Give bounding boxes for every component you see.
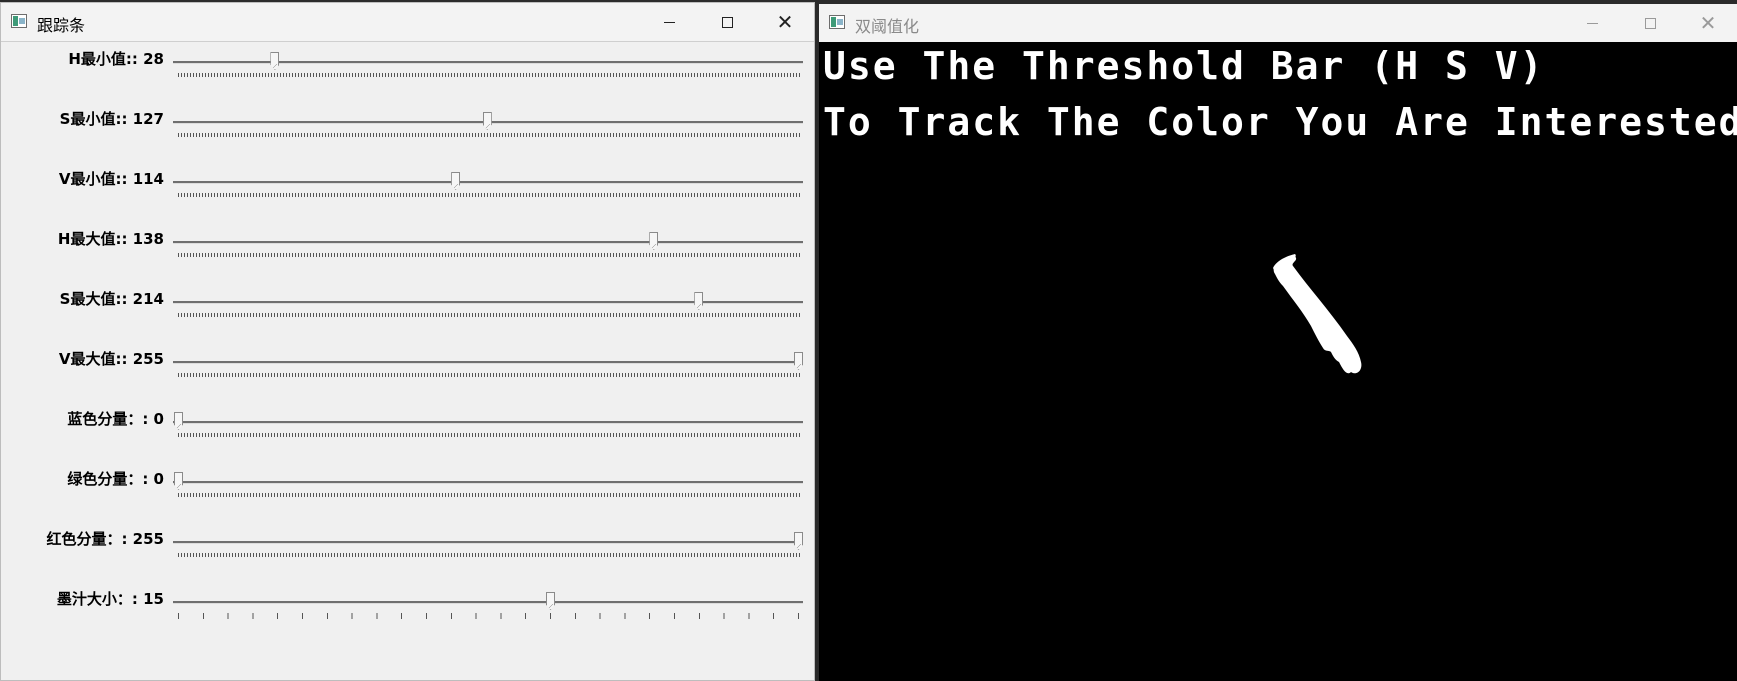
close-button[interactable]: ✕ — [1679, 4, 1737, 42]
trackbar-slider[interactable] — [173, 181, 803, 184]
trackbar-thumb[interactable] — [270, 52, 280, 70]
trackbar-thumb[interactable] — [174, 472, 183, 490]
trackbar-slider[interactable] — [173, 241, 803, 244]
trackbar-thumb[interactable] — [694, 292, 704, 310]
trackbar-row: S最大值:: 214 — [1, 282, 816, 342]
trackbar-thumb[interactable] — [794, 352, 803, 370]
trackbar-slider[interactable] — [173, 601, 803, 604]
window-title: 双阈值化 — [855, 17, 920, 36]
trackbar-slider[interactable] — [173, 421, 803, 424]
overlay-instruction-line-1: Use The Threshold Bar (H S V) — [823, 44, 1545, 88]
opencv-window-icon — [11, 14, 27, 28]
close-icon: ✕ — [1699, 11, 1717, 35]
trackbar-ticks — [178, 373, 800, 377]
minimize-button[interactable] — [640, 3, 698, 41]
trackbar-thumb[interactable] — [546, 592, 555, 610]
trackbar-label: V最大值:: 255 — [58, 350, 164, 368]
binary-image-canvas[interactable]: Use The Threshold Bar (H S V) To Track T… — [819, 42, 1737, 681]
trackbar-thumb[interactable] — [794, 532, 803, 550]
trackbar-thumb[interactable] — [451, 172, 461, 190]
maximize-button[interactable] — [698, 3, 756, 41]
trackbar-row: 墨汁大小：: 15 — [1, 582, 816, 642]
trackbar-slider[interactable] — [173, 541, 803, 544]
trackbar-label: 蓝色分量：: 0 — [67, 410, 164, 428]
trackbar-ticks — [178, 253, 800, 257]
minimize-icon — [663, 21, 675, 23]
trackbar-label: H最大值:: 138 — [57, 230, 164, 248]
trackbar-ticks — [178, 313, 800, 317]
tracked-object-mask — [1273, 254, 1362, 374]
trackbar-row: V最小值:: 114 — [1, 162, 816, 222]
trackbar-window: 跟踪条 ✕ H最小值:: 28S最小值:: 127V最小值:: 114H最大值:… — [0, 2, 815, 681]
trackbar-row: 红色分量：: 255 — [1, 522, 816, 582]
trackbar-ticks — [178, 73, 800, 77]
trackbar-row: H最大值:: 138 — [1, 222, 816, 282]
trackbar-thumb[interactable] — [649, 232, 659, 250]
trackbar-slider[interactable] — [173, 61, 803, 64]
trackbar-label: 墨汁大小：: 15 — [56, 590, 164, 608]
trackbar-thumb[interactable] — [174, 412, 183, 430]
trackbar-ticks — [178, 133, 800, 137]
trackbar-slider[interactable] — [173, 481, 803, 484]
trackbar-row: V最大值:: 255 — [1, 342, 816, 402]
trackbar-ticks — [178, 493, 800, 497]
trackbar-label: V最小值:: 114 — [58, 170, 164, 188]
trackbar-slider[interactable] — [173, 301, 803, 304]
overlay-instruction-line-2: To Track The Color You Are Interested...… — [823, 100, 1737, 144]
trackbar-window-titlebar[interactable]: 跟踪条 ✕ — [1, 3, 814, 42]
trackbar-thumb[interactable] — [482, 112, 492, 130]
trackbar-row: 绿色分量：: 0 — [1, 462, 816, 522]
maximize-icon — [721, 16, 733, 28]
opencv-window-icon — [829, 15, 845, 29]
trackbar-label: 绿色分量：: 0 — [67, 470, 164, 488]
minimize-button[interactable] — [1563, 4, 1621, 42]
close-icon: ✕ — [776, 10, 794, 34]
trackbar-row: S最小值:: 127 — [1, 102, 816, 162]
window-title: 跟踪条 — [37, 16, 86, 35]
trackbar-label: S最大值:: 214 — [59, 290, 164, 308]
threshold-window: 双阈值化 ✕ Use The Threshold Bar (H S V) To … — [819, 4, 1737, 681]
trackbar-row: 蓝色分量：: 0 — [1, 402, 816, 462]
minimize-icon — [1586, 22, 1598, 24]
trackbar-row: H最小值:: 28 — [1, 42, 816, 102]
maximize-icon — [1644, 17, 1656, 29]
close-button[interactable]: ✕ — [756, 3, 814, 41]
trackbar-ticks — [178, 433, 800, 437]
trackbar-label: S最小值:: 127 — [59, 110, 164, 128]
trackbar-label: H最小值:: 28 — [68, 50, 164, 68]
trackbar-ticks — [178, 193, 800, 197]
trackbar-label: 红色分量：: 255 — [46, 530, 164, 548]
maximize-button[interactable] — [1621, 4, 1679, 42]
trackbar-ticks — [178, 613, 800, 619]
threshold-window-titlebar[interactable]: 双阈值化 ✕ — [819, 4, 1737, 43]
trackbar-slider[interactable] — [173, 361, 803, 364]
trackbar-ticks — [178, 553, 800, 557]
